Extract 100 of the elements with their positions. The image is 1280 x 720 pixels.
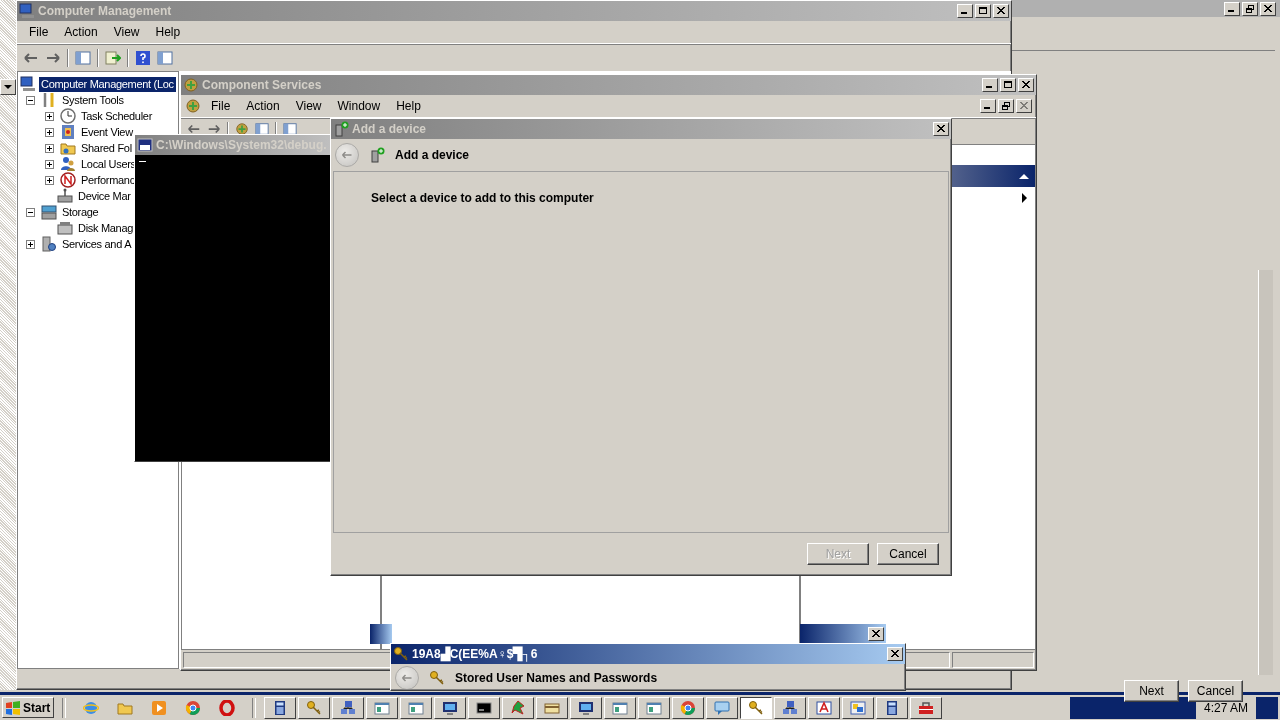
menu-item[interactable]: Action xyxy=(56,25,106,39)
expand-toggle[interactable] xyxy=(45,159,54,169)
menu-item[interactable]: Window xyxy=(329,99,389,113)
log-icon xyxy=(60,124,76,140)
restore-button[interactable] xyxy=(1242,1,1258,16)
tree-item[interactable]: Task Scheduler xyxy=(79,108,154,124)
toolbar-button[interactable] xyxy=(133,48,153,68)
expand-toggle[interactable] xyxy=(26,239,35,249)
back-arrow-icon xyxy=(187,122,201,136)
toolbar-button[interactable] xyxy=(73,48,93,68)
tree-item[interactable]: Device Mar xyxy=(76,188,133,204)
dialog-heading: Add a device xyxy=(395,148,470,162)
dropdown-button[interactable] xyxy=(0,79,16,95)
disk-icon xyxy=(57,220,73,236)
app-icon xyxy=(510,699,526,716)
tree-item[interactable]: Computer Management (Loc xyxy=(39,76,176,92)
restore-button[interactable] xyxy=(998,99,1014,113)
tree-item[interactable]: Performanc xyxy=(79,172,137,188)
key-icon xyxy=(429,670,445,686)
computer-icon xyxy=(20,76,36,92)
menu-item[interactable]: Help xyxy=(388,99,429,113)
expand-toggle[interactable] xyxy=(26,95,35,105)
window-title: Computer Management xyxy=(38,4,172,18)
window-icon xyxy=(408,699,424,716)
calculator-icon xyxy=(884,699,900,716)
pane-icon xyxy=(157,50,173,66)
tools-icon xyxy=(41,92,57,108)
computer-icon xyxy=(19,3,35,19)
tree-item[interactable]: Storage xyxy=(60,204,101,220)
minimize-button[interactable] xyxy=(982,78,998,92)
tree-item[interactable]: System Tools xyxy=(60,92,126,108)
export-icon xyxy=(105,50,121,66)
more-actions-icon[interactable] xyxy=(1022,193,1027,203)
services-icon xyxy=(41,236,57,252)
expand-toggle[interactable] xyxy=(26,207,35,217)
back-button[interactable] xyxy=(395,666,419,690)
toolbar-button[interactable] xyxy=(103,48,123,68)
minimize-button[interactable] xyxy=(980,99,996,113)
tree-item[interactable]: Services and A xyxy=(60,236,134,252)
dialog-heading: Stored User Names and Passwords xyxy=(455,671,658,685)
users-icon xyxy=(60,156,76,172)
text-cursor xyxy=(139,161,146,162)
next-button[interactable]: Next xyxy=(1124,680,1179,702)
close-button[interactable] xyxy=(868,627,884,641)
browser-icon xyxy=(680,699,696,716)
key-icon xyxy=(393,646,409,662)
close-button[interactable] xyxy=(887,647,903,661)
menu-item[interactable]: File xyxy=(21,25,57,39)
menu-item[interactable]: Help xyxy=(147,25,189,39)
device-add-icon xyxy=(333,121,349,137)
key-icon xyxy=(748,699,764,716)
window-title: Component Services xyxy=(202,78,322,92)
expand-toggle[interactable] xyxy=(45,143,54,153)
shared-folder-icon xyxy=(60,140,76,156)
back-arrow-icon xyxy=(401,672,413,684)
cancel-button[interactable]: Cancel xyxy=(877,543,939,565)
monitor-icon xyxy=(578,699,594,716)
toolbar-button[interactable] xyxy=(155,48,175,68)
tree-item[interactable]: Disk Manag xyxy=(76,220,136,236)
expand-toggle[interactable] xyxy=(45,127,54,137)
toolbox-icon xyxy=(918,699,934,716)
tree-item[interactable]: Shared Fol xyxy=(79,140,134,156)
console-icon xyxy=(476,699,492,716)
close-button[interactable] xyxy=(993,4,1009,18)
storage-icon xyxy=(41,204,57,220)
collapse-icon[interactable] xyxy=(1019,173,1029,179)
close-button[interactable] xyxy=(1018,78,1034,92)
menu-item[interactable]: File xyxy=(203,99,239,113)
instruction-text: Select a device to add to this computer xyxy=(371,191,595,205)
menu-item[interactable]: View xyxy=(287,99,330,113)
close-button[interactable] xyxy=(1016,99,1032,113)
gauge-icon xyxy=(60,172,76,188)
device-icon xyxy=(57,188,73,204)
expand-toggle[interactable] xyxy=(45,175,54,185)
ring-icon xyxy=(219,699,235,716)
maximize-button[interactable] xyxy=(975,4,991,18)
maximize-button[interactable] xyxy=(1000,78,1016,92)
start-button[interactable]: Start xyxy=(2,697,54,718)
close-button[interactable] xyxy=(933,122,949,136)
cancel-button[interactable]: Cancel xyxy=(1188,680,1243,702)
close-button[interactable] xyxy=(1260,1,1276,16)
pane-icon xyxy=(75,50,91,66)
menu-item[interactable]: View xyxy=(105,25,148,39)
minimize-button[interactable] xyxy=(957,4,973,18)
tree-item[interactable]: Event View xyxy=(79,124,135,140)
network-icon xyxy=(340,699,356,716)
clock-icon xyxy=(60,108,76,124)
window-icon xyxy=(612,699,628,716)
taskbar-button[interactable] xyxy=(740,696,772,719)
windows-logo-icon xyxy=(5,699,21,716)
window-title: Add a device xyxy=(352,122,427,136)
clock: 4:27 AM xyxy=(1203,701,1248,715)
back-arrow-icon xyxy=(341,149,353,161)
window-title: 19A8▟C(EE%A♀$▜┐6 xyxy=(412,647,538,661)
globe-icon xyxy=(83,699,99,716)
menu-item[interactable]: Action xyxy=(238,99,288,113)
expand-toggle[interactable] xyxy=(45,111,54,121)
minimize-button[interactable] xyxy=(1224,1,1240,16)
forward-arrow-icon xyxy=(207,122,221,136)
snap-in-icon xyxy=(183,77,199,93)
